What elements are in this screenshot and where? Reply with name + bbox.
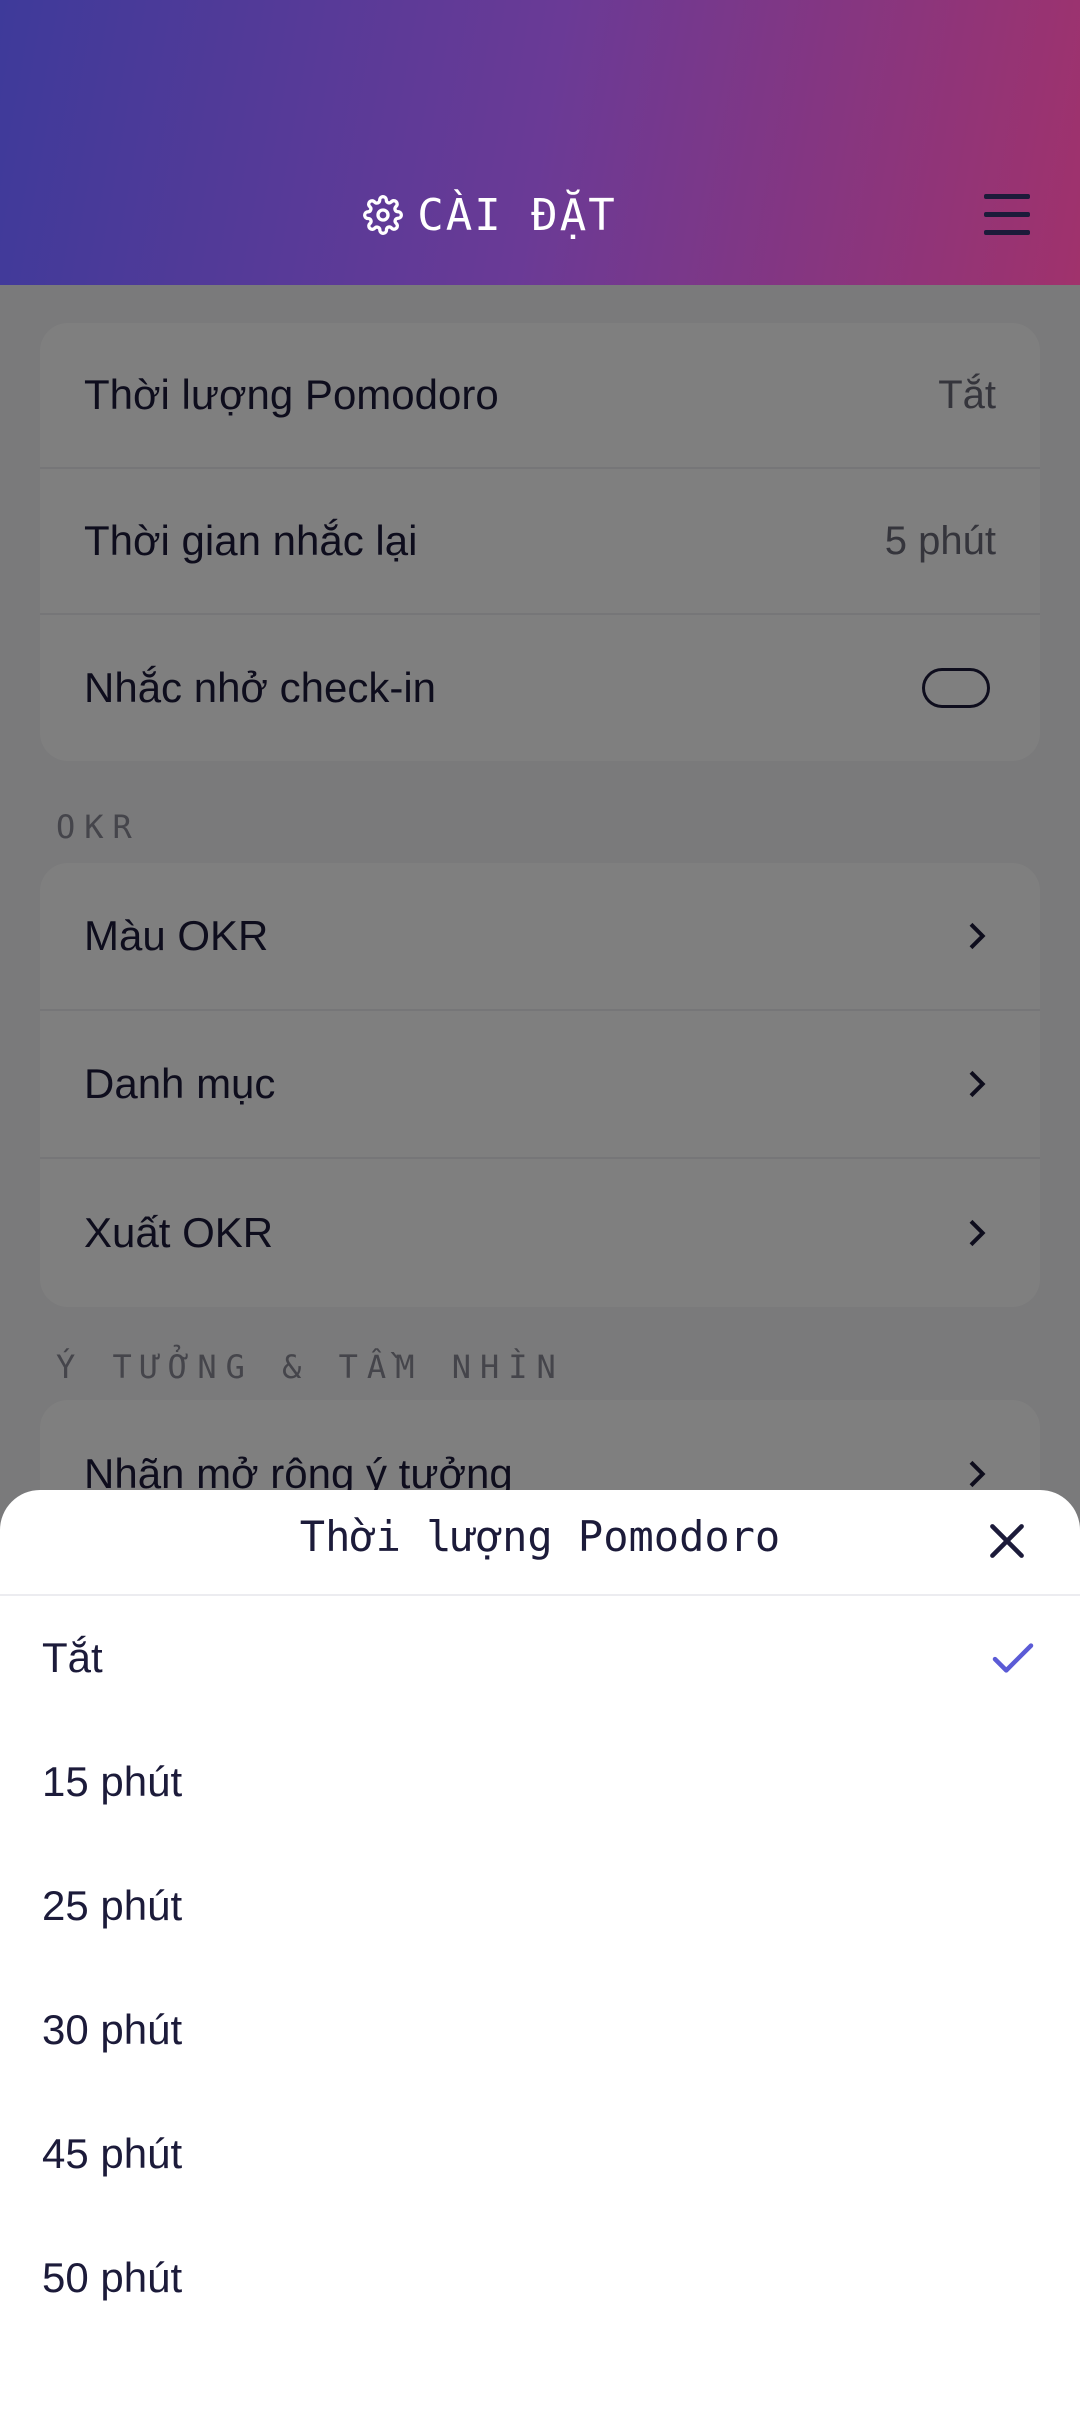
option-label: Tắt: [42, 1634, 103, 1681]
option-item[interactable]: 30 phút: [0, 1968, 1080, 2092]
page-title-text: CÀI ĐẶT: [417, 189, 617, 241]
option-label: 30 phút: [42, 2006, 183, 2053]
option-label: 15 phút: [42, 1758, 183, 1805]
page-title: CÀI ĐẶT: [0, 185, 980, 245]
gear-icon: [363, 195, 404, 235]
sheet-title: Thời lượng Pomodoro: [299, 1512, 781, 1561]
option-item[interactable]: Tắt: [0, 1596, 1080, 1720]
option-item[interactable]: 15 phút: [0, 1720, 1080, 1844]
option-item[interactable]: 50 phút: [0, 2216, 1080, 2340]
option-list: Tắt 15 phút 25 phút 30 phút 45 phút 50 p…: [0, 1596, 1080, 2340]
option-label: 25 phút: [42, 1882, 183, 1929]
app-header: CÀI ĐẶT: [0, 0, 1080, 285]
checkmark-icon: [986, 1631, 1040, 1685]
close-icon[interactable]: [982, 1516, 1032, 1566]
option-label: 45 phút: [42, 2130, 183, 2177]
bottom-sheet: Thời lượng Pomodoro Tắt 15 phút 25 phút …: [0, 1490, 1080, 2424]
sheet-header: Thời lượng Pomodoro: [0, 1490, 1080, 1596]
option-item[interactable]: 45 phút: [0, 2092, 1080, 2216]
option-label: 50 phút: [42, 2254, 183, 2301]
hamburger-menu-icon[interactable]: [980, 190, 1034, 240]
option-item[interactable]: 25 phút: [0, 1844, 1080, 1968]
